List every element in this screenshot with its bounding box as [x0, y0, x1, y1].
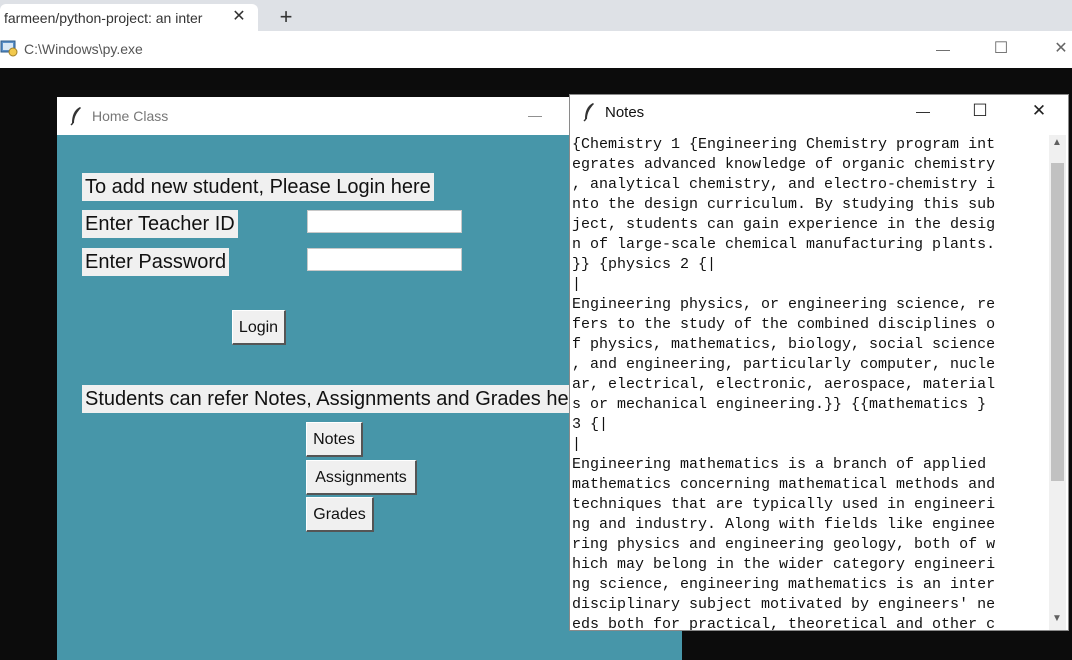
python-console-icon: [0, 40, 18, 57]
console-title: C:\Windows\py.exe: [24, 41, 143, 57]
browser-tab-title: farmeen/python-project: an inter: [4, 10, 203, 26]
teacher-id-label: Enter Teacher ID: [82, 210, 238, 238]
password-input[interactable]: [307, 248, 462, 271]
notes-scrollbar[interactable]: ▲ ▼: [1049, 135, 1066, 630]
console-close-button[interactable]: ✕: [1046, 39, 1072, 59]
tab-close-icon[interactable]: ✕: [232, 8, 246, 26]
students-info-label: Students can refer Notes, Assignments an…: [82, 385, 590, 413]
notes-minimize-button[interactable]: —: [908, 101, 938, 121]
tk-feather-icon: [583, 103, 594, 122]
notes-window: Notes — ☐ ✕ {Chemistry 1 {Engineering Ch…: [569, 94, 1069, 631]
notes-maximize-button[interactable]: ☐: [965, 101, 995, 121]
assignments-button[interactable]: Assignments: [306, 460, 417, 495]
tk-feather-icon: [70, 107, 81, 126]
login-button[interactable]: Login: [232, 310, 286, 345]
home-minimize-button[interactable]: —: [520, 105, 550, 125]
grades-button[interactable]: Grades: [306, 497, 374, 532]
teacher-id-input[interactable]: [307, 210, 462, 233]
scroll-thumb[interactable]: [1051, 163, 1064, 481]
login-prompt-label: To add new student, Please Login here: [82, 173, 434, 201]
console-minimize-button[interactable]: —: [928, 39, 958, 59]
browser-tab[interactable]: farmeen/python-project: an inter ✕: [0, 4, 258, 31]
console-title-bar: [0, 31, 1072, 68]
notes-close-button[interactable]: ✕: [1024, 101, 1054, 121]
password-label: Enter Password: [82, 248, 230, 276]
scroll-down-icon[interactable]: ▼: [1052, 613, 1062, 624]
notes-window-title: Notes: [605, 104, 645, 121]
scroll-up-icon[interactable]: ▲: [1052, 137, 1062, 148]
notes-text-area[interactable]: {Chemistry 1 {Engineering Chemistry prog…: [572, 135, 1046, 630]
notes-button[interactable]: Notes: [306, 422, 363, 457]
browser-tab-strip: farmeen/python-project: an inter ✕ +: [0, 0, 1072, 31]
new-tab-button[interactable]: +: [276, 6, 296, 28]
console-maximize-button[interactable]: ☐: [986, 39, 1016, 59]
notes-title-bar: Notes — ☐ ✕: [570, 95, 1068, 131]
home-window-title: Home Class: [92, 108, 169, 124]
